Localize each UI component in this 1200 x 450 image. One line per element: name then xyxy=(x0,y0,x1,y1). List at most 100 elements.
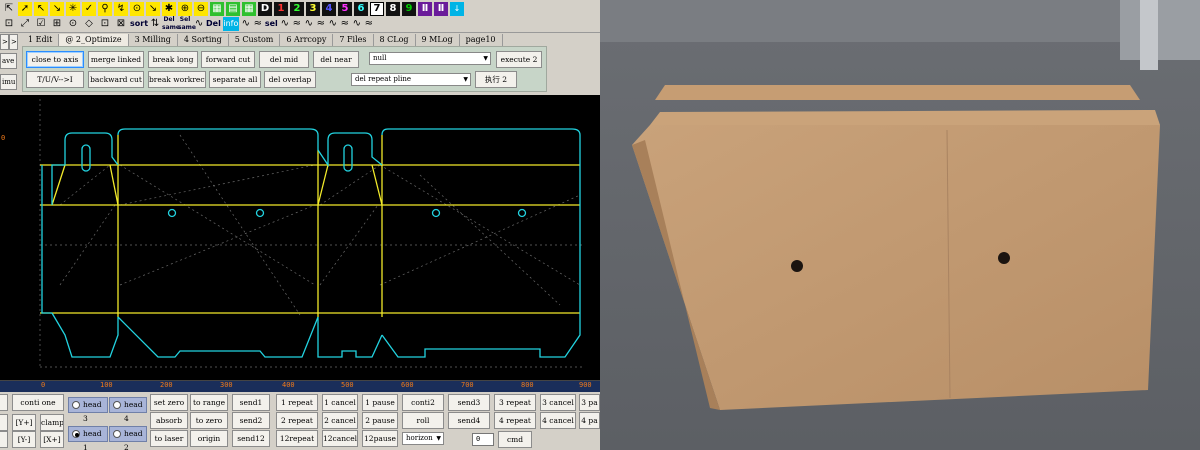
execute-cn-button[interactable]: 执行 2 xyxy=(475,71,517,88)
send12-button[interactable]: send12 xyxy=(232,430,270,447)
to-zero-button[interactable]: to zero xyxy=(190,412,228,429)
jog-y-minus-button[interactable]: [Y-] xyxy=(12,431,36,448)
close-to-axis-button[interactable]: close to axis xyxy=(26,51,84,68)
list-icon[interactable]: ▤ xyxy=(226,2,240,16)
layer-8-button[interactable]: 8 xyxy=(386,2,400,16)
layer-9-button[interactable]: 9 xyxy=(402,2,416,16)
side-simu-button[interactable]: imu xyxy=(0,74,17,90)
target-icon[interactable]: ⊙ xyxy=(66,17,80,31)
line-tool-icon[interactable]: ↘ xyxy=(50,2,64,16)
wave-icon-4[interactable]: ∿ xyxy=(280,17,290,31)
zoom-out-icon[interactable]: ⊖ xyxy=(194,2,208,16)
option-select-1[interactable]: null ▼ xyxy=(369,52,491,65)
burst-tool-icon[interactable]: ✱ xyxy=(162,2,176,16)
diamond-icon[interactable]: ◇ xyxy=(82,17,96,31)
zoom-tool-icon[interactable]: ⚲ xyxy=(98,2,112,16)
tab-optimize[interactable]: @ 2_Optimize xyxy=(59,34,129,46)
wave-icon-5[interactable]: ≈ xyxy=(292,17,302,31)
forward-cut-button[interactable]: forward cut xyxy=(201,51,255,68)
checkbox-icon[interactable]: ☑ xyxy=(34,17,48,31)
plus-box-icon[interactable]: ⊞ xyxy=(50,17,64,31)
head-2-radio[interactable]: head 2 xyxy=(109,426,147,450)
break-workrect-button[interactable]: break workrect xyxy=(148,71,206,88)
wave-icon-7[interactable]: ≈ xyxy=(316,17,326,31)
jog-left-button-2[interactable] xyxy=(0,431,8,448)
pause-button[interactable]: Ⅱ xyxy=(434,2,448,16)
circle-tool-icon[interactable]: ⊙ xyxy=(130,2,144,16)
sel-button[interactable]: sel xyxy=(265,20,278,28)
jog-blank-button[interactable] xyxy=(0,394,8,411)
merge-linked-button[interactable]: merge linked xyxy=(88,51,144,68)
head-3-radio[interactable]: head 3 xyxy=(68,397,108,423)
del-near-button[interactable]: del near xyxy=(313,51,359,68)
diagonal-tool-icon[interactable]: ↘ xyxy=(146,2,160,16)
absorb-button[interactable]: absorb xyxy=(150,412,188,429)
send3-button[interactable]: send3 xyxy=(448,394,490,411)
sel-same-button[interactable]: Sel same xyxy=(178,16,196,32)
zigzag-tool-icon[interactable]: ↯ xyxy=(114,2,128,16)
repeat-4-button[interactable]: 4 repeat xyxy=(494,412,536,429)
pause-purple-button[interactable]: Ⅱ xyxy=(418,2,432,16)
table-icon[interactable]: ▦ xyxy=(242,2,256,16)
del-button[interactable]: Del xyxy=(206,20,221,28)
zoom-in-icon[interactable]: ⊕ xyxy=(178,2,192,16)
cancel-3-button[interactable]: 3 cancel xyxy=(540,394,576,411)
side-next-button-2[interactable]: > xyxy=(9,34,18,50)
execute-2-button[interactable]: execute 2 xyxy=(496,51,542,68)
tab-milling[interactable]: 3 Milling xyxy=(129,34,178,46)
layer-7-button[interactable]: 7 xyxy=(370,2,384,16)
direction-select[interactable]: horizon ▼ xyxy=(402,432,444,445)
tab-mlog[interactable]: 9 MLog xyxy=(416,34,460,46)
cancel-1-button[interactable]: 1 cancel xyxy=(322,394,358,411)
side-next-button[interactable]: > xyxy=(0,34,9,50)
cmd-button[interactable]: cmd xyxy=(498,431,532,448)
tab-edit[interactable]: 1 Edit xyxy=(22,34,60,46)
set-zero-button[interactable]: set zero xyxy=(150,394,188,411)
break-long-button[interactable]: break long xyxy=(148,51,198,68)
download-icon[interactable]: ↓ xyxy=(450,2,464,16)
tab-page10[interactable]: page10 xyxy=(460,34,503,46)
tab-files[interactable]: 7 Files xyxy=(333,34,374,46)
layer-4-button[interactable]: 4 xyxy=(322,2,336,16)
tab-clog[interactable]: 8 CLog xyxy=(374,34,416,46)
wave-icon[interactable]: ∿ xyxy=(194,17,204,31)
cancel-12-button[interactable]: 12cancel xyxy=(322,430,358,447)
cross-box-icon[interactable]: ⊠ xyxy=(114,17,128,31)
pause-4-button[interactable]: 4 pa xyxy=(579,412,600,429)
jog-x-plus-button[interactable]: [X+] xyxy=(40,431,64,448)
conti2-button[interactable]: conti2 xyxy=(402,394,444,411)
clamp-button[interactable]: clamp xyxy=(40,414,64,431)
star-tool-icon[interactable]: ✳ xyxy=(66,2,80,16)
box-icon[interactable]: ⊡ xyxy=(98,17,112,31)
drawing-canvas[interactable]: 0 xyxy=(0,95,600,380)
pause-1-button[interactable]: 1 pause xyxy=(362,394,398,411)
cancel-4-button[interactable]: 4 cancel xyxy=(540,412,576,429)
sort-button[interactable]: sort xyxy=(130,20,148,28)
select-tool-icon[interactable]: ⇱ xyxy=(2,2,16,16)
origin-button[interactable]: origin xyxy=(190,430,228,447)
tuv-to-i-button[interactable]: T/U/V-->I xyxy=(26,71,84,88)
wave-icon-11[interactable]: ≈ xyxy=(364,17,374,31)
tab-arrcopy[interactable]: 6 Arrcopy xyxy=(280,34,334,46)
send2-button[interactable]: send2 xyxy=(232,412,270,429)
to-laser-button[interactable]: to laser xyxy=(150,430,188,447)
repeat-2-button[interactable]: 2 repeat xyxy=(276,412,318,429)
wave-icon-3[interactable]: ≈ xyxy=(253,17,263,31)
pause-12-button[interactable]: 12pause xyxy=(362,430,398,447)
repeat-1-button[interactable]: 1 repeat xyxy=(276,394,318,411)
wave-icon-2[interactable]: ∿ xyxy=(241,17,251,31)
repeat-3-button[interactable]: 3 repeat xyxy=(494,394,536,411)
frame-icon[interactable]: ⊡ xyxy=(2,17,16,31)
layer-3-button[interactable]: 3 xyxy=(306,2,320,16)
layer-6-button[interactable]: 6 xyxy=(354,2,368,16)
command-number-input[interactable]: 0 xyxy=(472,433,494,446)
layer-1-button[interactable]: 1 xyxy=(274,2,288,16)
del-overlap-button[interactable]: del overlap xyxy=(264,71,316,88)
backward-cut-button[interactable]: backward cut xyxy=(88,71,144,88)
wave-icon-9[interactable]: ≈ xyxy=(340,17,350,31)
tab-custom[interactable]: 5 Custom xyxy=(229,34,281,46)
pause-3-button[interactable]: 3 pa xyxy=(579,394,600,411)
wave-icon-10[interactable]: ∿ xyxy=(352,17,362,31)
to-range-button[interactable]: to range xyxy=(190,394,228,411)
head-4-radio[interactable]: head 4 xyxy=(109,397,147,423)
